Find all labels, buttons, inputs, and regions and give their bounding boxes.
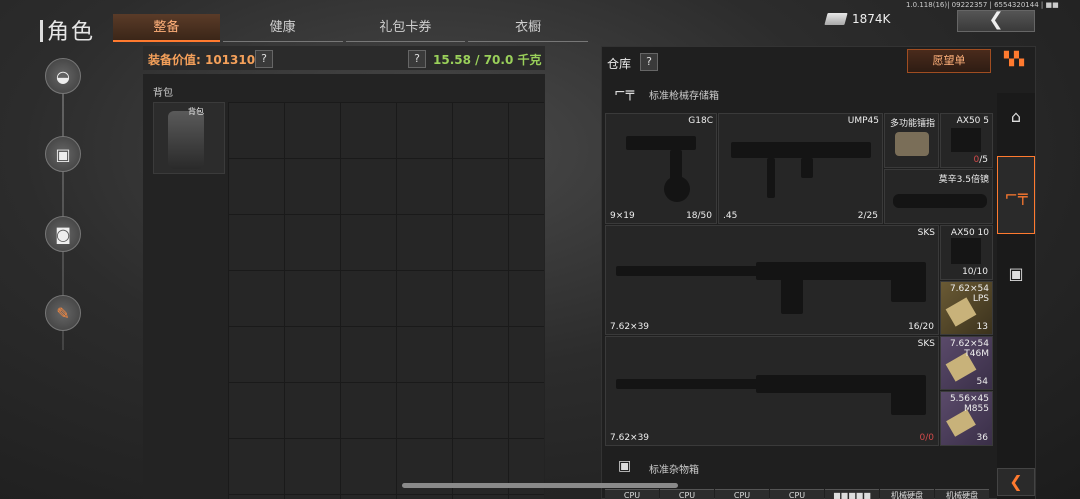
sundry-item[interactable]: 机械硬盘 <box>880 489 934 499</box>
item-count: 10/10 <box>962 267 988 277</box>
item-ammo: 0/0 <box>919 433 934 443</box>
sundry-item[interactable]: CPU <box>715 489 769 499</box>
sundry-row: CPU CPU CPU CPU ■■■■■ 机械硬盘 机械硬盘 <box>605 489 990 499</box>
item-name: 5.56×45 M855 <box>949 394 989 414</box>
item-g18c[interactable]: G18C 9×19 18/50 <box>605 113 717 224</box>
backpack-title: 背包 <box>153 88 173 99</box>
item-caliber: 7.62×39 <box>610 433 650 443</box>
item-ammo-m855[interactable]: 5.56×45 M855 36 <box>940 391 993 446</box>
smg-grip <box>801 158 813 178</box>
smg-mag <box>767 158 775 198</box>
gun-case-icon: ⌐╤ <box>614 85 635 101</box>
sundry-item[interactable]: CPU <box>770 489 824 499</box>
helmet-icon: ◒ <box>56 66 70 86</box>
tool-image <box>895 132 929 156</box>
item-multitool[interactable]: 多功能镭指 <box>884 113 939 168</box>
warehouse-title: 仓库 <box>607 57 632 71</box>
item-sks-1[interactable]: SKS 7.62×39 16/20 <box>605 225 939 335</box>
item-ax50-mag5[interactable]: AX50 5 0/5 <box>940 113 993 168</box>
chevron-left-icon: ❮ <box>1009 472 1023 491</box>
item-ammo: 18/50 <box>686 211 712 221</box>
back-button[interactable]: ❮ <box>957 10 1035 32</box>
rifle-mag <box>781 278 803 314</box>
backpack-grid <box>228 102 544 499</box>
sundry-box-icon: ▣ <box>618 458 632 474</box>
category-tabs <box>997 93 1035 499</box>
backpack-icon: ◙ <box>55 224 71 244</box>
rifle-stock <box>891 391 926 415</box>
item-caliber: 9×19 <box>610 211 635 221</box>
sundry-item[interactable]: ■■■■■ <box>825 489 879 499</box>
tab-bar: 整备 健康 礼包卡券 衣橱 <box>113 14 591 42</box>
collapse-button[interactable]: ❮ <box>997 468 1035 496</box>
item-name: G18C <box>688 116 713 126</box>
page-title: 角色 <box>40 14 95 46</box>
item-name: AX50 10 <box>950 228 989 238</box>
item-count: 36 <box>976 433 988 443</box>
backpack-image <box>168 111 204 169</box>
backpack-item-label: 背包 <box>188 107 204 116</box>
item-caliber: 7.62×39 <box>610 322 650 332</box>
chevron-left-icon: ❮ <box>988 9 1004 30</box>
sundry-item[interactable]: CPU <box>605 489 659 499</box>
item-name: 7.62×54 T46M <box>949 339 989 359</box>
item-ammo-lps[interactable]: 7.62×54 LPS 13 <box>940 281 993 335</box>
item-count: 13 <box>976 322 988 332</box>
cash-icon <box>824 13 848 25</box>
item-ammo: 2/25 <box>857 211 878 221</box>
item-ammo-t46m[interactable]: 7.62×54 T46M 54 <box>940 336 993 390</box>
rifle-stock <box>891 278 926 302</box>
weapon-icon: ✎ <box>56 303 70 323</box>
carry-weight: 15.58 / 70.0 千克 <box>433 53 542 67</box>
item-count: 0/5 <box>973 155 989 165</box>
item-name: 莫辛3.5倍镜 <box>938 175 989 185</box>
item-name: 7.62×54 LPS <box>949 284 989 304</box>
filter-icon[interactable]: ▚▚ <box>1004 52 1024 67</box>
tab-wardrobe[interactable]: 衣橱 <box>468 14 589 42</box>
sidebar-helmet[interactable]: ◒ <box>45 58 81 94</box>
item-caliber: .45 <box>723 211 738 221</box>
sidebar-backpack[interactable]: ◙ <box>45 216 81 252</box>
item-name: SKS <box>917 339 935 349</box>
item-ammo: 16/20 <box>908 322 934 332</box>
magazine-image <box>951 128 981 152</box>
value-help-button[interactable]: ? <box>255 50 273 68</box>
version-text: 1.0.118(16)| 09222357 | 6554320144 | ■■ <box>906 1 1059 9</box>
drum-mag <box>664 176 690 202</box>
gun-tab-icon[interactable]: ⌐╤ <box>997 156 1035 234</box>
tab-gift-cards[interactable]: 礼包卡券 <box>345 14 466 42</box>
weight-help-button[interactable]: ? <box>408 50 426 68</box>
smg-image <box>731 142 871 158</box>
currency-amount: 1874K <box>852 12 891 26</box>
item-sks-2[interactable]: SKS 7.62×39 0/0 <box>605 336 939 446</box>
magazine-image <box>951 238 981 264</box>
sundry-item[interactable]: 机械硬盘 <box>935 489 989 499</box>
item-name: 多功能镭指 <box>889 119 935 129</box>
item-name: SKS <box>917 228 935 238</box>
scope-image <box>893 194 987 208</box>
tab-health[interactable]: 健康 <box>222 14 343 42</box>
warehouse-help-button[interactable]: ? <box>640 53 658 71</box>
sundry-box-title: 标准杂物箱 <box>649 465 699 476</box>
sidebar-weapon[interactable]: ✎ <box>45 295 81 331</box>
item-scope[interactable]: 莫辛3.5倍镜 <box>884 169 993 224</box>
pistol-image <box>626 136 696 150</box>
item-ax50-mag10[interactable]: AX50 10 10/10 <box>940 225 993 280</box>
wishlist-button[interactable]: 愿望单 <box>907 49 991 73</box>
box-tab-icon[interactable]: ▣ <box>997 255 1035 293</box>
equipment-value: 装备价值: 101310 <box>148 53 256 67</box>
vest-icon: ▣ <box>55 144 71 164</box>
currency-display: 1874K <box>824 12 891 26</box>
tab-equip[interactable]: 整备 <box>113 14 220 42</box>
item-name: AX50 5 <box>956 116 989 126</box>
item-name: UMP45 <box>847 116 879 126</box>
gun-case-title: 标准枪械存储箱 <box>649 91 719 102</box>
item-ump45[interactable]: UMP45 .45 2/25 <box>718 113 883 224</box>
sundry-item[interactable]: CPU <box>660 489 714 499</box>
scrollbar[interactable] <box>402 483 678 488</box>
sidebar-vest[interactable]: ▣ <box>45 136 81 172</box>
item-count: 54 <box>976 377 988 387</box>
home-icon[interactable]: ⌂ <box>997 98 1035 136</box>
